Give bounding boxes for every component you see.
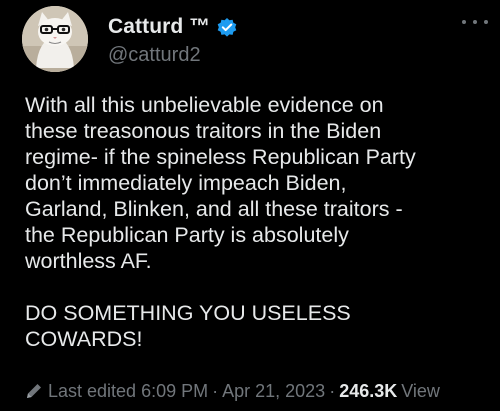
tweet-text-line: don’t immediately impeach Biden, [25,171,347,195]
user-handle[interactable]: @catturd2 [108,44,238,67]
separator: · [329,380,336,401]
tweet: Catturd ™ @catturd2 With all this unbeli… [0,0,500,411]
views-count: 246.3K [339,380,398,401]
dot [484,20,488,24]
dot [473,20,477,24]
tweet-text-line: With all this unbelievable evidence on [25,93,384,117]
tweet-text-line: regime- if the spineless Republican Part… [25,145,416,169]
dot [462,20,466,24]
edited-timestamp[interactable]: Last edited 6:09 PM [48,381,208,402]
views-label: View [401,380,440,401]
verified-badge-icon[interactable] [216,16,238,38]
cat-avatar-image [22,6,88,72]
tweet-text-line: Garland, Blinken, and all these traitors… [25,197,403,221]
tweet-text-line: worthless AF. [25,249,152,273]
pencil-icon [24,381,44,401]
tweet-text-line: COWARDS! [25,327,143,351]
tweet-text-line: these treasonous traitors in the Biden [25,119,382,143]
more-dots-icon[interactable] [462,14,488,30]
display-name[interactable]: Catturd ™ [108,15,210,39]
separator: · [212,380,219,401]
tweet-text: With all this unbelievable evidence on t… [25,92,485,352]
tweet-text-line: DO SOMETHING YOU USELESS [25,301,351,325]
tweet-date[interactable]: Apr 21, 2023 [222,381,325,402]
user-names: Catturd ™ @catturd2 [108,14,238,67]
display-name-row: Catturd ™ [108,14,238,40]
tweet-header: Catturd ™ @catturd2 [22,6,492,72]
tweet-text-line: the Republican Party is absolutely [25,223,349,247]
tweet-metadata: Last edited 6:09 PM · Apr 21, 2023 · 246… [24,378,440,404]
avatar[interactable] [22,6,88,72]
